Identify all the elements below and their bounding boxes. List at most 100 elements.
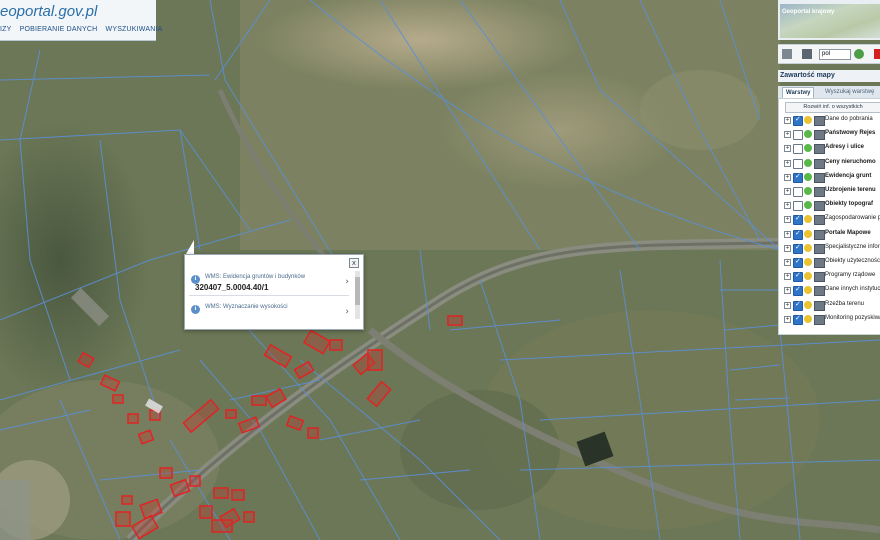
chevron-right-icon[interactable]: ›	[345, 307, 349, 317]
nav-link-analizy[interactable]: IZY	[0, 26, 12, 33]
header-bar: eoportal.gov.pl IZY POBIERANIE DANYCH WY…	[0, 0, 162, 41]
layers-icon[interactable]	[782, 49, 792, 59]
expand-plus-icon[interactable]: +	[784, 188, 791, 195]
layer-type-icon	[814, 158, 825, 169]
layer-label[interactable]: Dane do pobrania	[825, 116, 873, 122]
layer-checkbox[interactable]	[793, 243, 803, 254]
print-icon[interactable]	[802, 49, 812, 59]
layer-checkbox[interactable]	[793, 201, 803, 212]
layer-checkbox[interactable]	[793, 314, 803, 325]
popup-result-parcel[interactable]: i WMS: Ewidencja gruntów i budynków 3204…	[189, 271, 351, 297]
close-icon[interactable]	[874, 49, 880, 59]
layer-label[interactable]: Zagospodarowanie prz	[825, 215, 880, 221]
layer-checkbox[interactable]	[793, 130, 803, 141]
layer-row[interactable]: + Obiekty topograf	[779, 199, 880, 213]
main-nav: IZY POBIERANIE DANYCH WYSZUKIWANIA	[0, 26, 169, 33]
layer-label[interactable]: Adresy i ulice	[825, 144, 864, 150]
result-title: WMS: Ewidencja gruntów i budynków	[205, 274, 306, 280]
layer-checkbox[interactable]	[793, 115, 803, 126]
expand-plus-icon[interactable]: +	[784, 173, 791, 181]
layer-label[interactable]: Dane innych instytucji	[825, 286, 880, 292]
map-contents-panel: Geoportal krajowy pol Zawartość mapy War…	[778, 0, 880, 540]
layer-checkbox[interactable]	[793, 229, 803, 240]
layer-checkbox[interactable]	[793, 285, 803, 297]
layer-status-icon	[804, 272, 812, 281]
layer-label[interactable]: Programy rządowe	[825, 272, 875, 278]
expand-plus-icon[interactable]: +	[784, 117, 791, 124]
nav-link-search[interactable]: WYSZUKIWANIA	[106, 26, 163, 33]
layer-label[interactable]: Uzbrojenie terenu	[825, 187, 876, 193]
layer-checkbox[interactable]	[793, 172, 803, 183]
close-icon[interactable]: x	[349, 258, 359, 268]
layer-row[interactable]: + Programy rządowe	[779, 270, 880, 284]
popup-result-height[interactable]: i WMS: Wyznaczanie wysokości ›	[189, 301, 351, 327]
layer-row[interactable]: + Dane innych instytucji	[779, 284, 880, 298]
layer-checkbox[interactable]	[793, 257, 803, 268]
layer-checkbox[interactable]	[793, 158, 803, 169]
expand-plus-icon[interactable]: +	[784, 159, 791, 167]
layer-label[interactable]: Obiekty topograf	[825, 201, 873, 207]
layer-row[interactable]: + Uzbrojenie terenu	[779, 185, 880, 199]
layer-type-icon	[814, 300, 825, 311]
layer-label[interactable]: Państwowy Rejes	[825, 130, 875, 136]
layer-checkbox[interactable]	[793, 214, 803, 226]
layer-status-icon	[804, 187, 812, 195]
panel-tabs: Warstwy Wyszukaj warstwę	[778, 86, 880, 99]
info-icon: i	[191, 305, 200, 314]
expand-plus-icon[interactable]: +	[784, 287, 791, 295]
panel-toolbar: pol	[778, 44, 880, 64]
layer-row[interactable]: + Obiekty użyteczności p	[779, 256, 880, 270]
layer-checkbox[interactable]	[793, 187, 803, 197]
layer-label[interactable]: Specjalistyczne inform	[825, 244, 880, 250]
layer-type-icon	[814, 286, 825, 297]
layer-tree: Rozwiń inf. o wszystkich + Dane do pobran…	[778, 98, 880, 335]
expand-plus-icon[interactable]: +	[784, 216, 791, 224]
site-logo[interactable]: eoportal.gov.pl	[0, 3, 97, 20]
expand-plus-icon[interactable]: +	[784, 301, 791, 309]
expand-plus-icon[interactable]: +	[784, 145, 791, 153]
settings-icon[interactable]	[854, 49, 864, 59]
expand-plus-icon[interactable]: +	[784, 273, 791, 281]
expand-plus-icon[interactable]: +	[784, 244, 791, 252]
expand-plus-icon[interactable]: +	[784, 230, 791, 238]
language-select[interactable]: pol	[819, 49, 851, 60]
layer-label[interactable]: Rzeźba terenu	[825, 301, 864, 307]
expand-all-button[interactable]: Rozwiń inf. o wszystkich	[785, 102, 880, 113]
expand-plus-icon[interactable]: +	[784, 202, 791, 210]
layer-row[interactable]: + Monitoring pozyskiwan	[779, 313, 880, 327]
layer-label[interactable]: Ceny nieruchomo	[825, 159, 876, 165]
layer-status-icon	[804, 130, 812, 139]
expand-plus-icon[interactable]: +	[784, 259, 791, 266]
layer-checkbox[interactable]	[793, 144, 803, 155]
map-canvas[interactable]	[0, 0, 880, 540]
layer-type-icon	[814, 314, 825, 325]
layer-row[interactable]: + Portale Mapowe	[779, 228, 880, 242]
expand-plus-icon[interactable]: +	[784, 315, 791, 323]
tab-search-layer[interactable]: Wyszukaj warstwę	[822, 87, 877, 98]
layer-type-icon	[814, 144, 825, 155]
layer-status-icon	[804, 286, 812, 295]
nav-link-download[interactable]: POBIERANIE DANYCH	[20, 26, 98, 33]
layer-checkbox[interactable]	[793, 271, 803, 283]
layer-row[interactable]: + Zagospodarowanie prz	[779, 213, 880, 227]
layer-row[interactable]: + Rzeźba terenu	[779, 299, 880, 313]
layer-type-icon	[814, 229, 825, 240]
layer-row[interactable]: + Ewidencja grunt	[779, 171, 880, 185]
layer-label[interactable]: Ewidencja grunt	[825, 173, 871, 179]
layer-row[interactable]: + Ceny nieruchomo	[779, 157, 880, 171]
expand-plus-icon[interactable]: +	[784, 131, 791, 139]
layer-label[interactable]: Obiekty użyteczności p	[825, 258, 880, 264]
layer-row[interactable]: + Adresy i ulice	[779, 142, 880, 156]
layer-label[interactable]: Monitoring pozyskiwan	[825, 315, 880, 321]
layer-type-icon	[814, 272, 825, 283]
layer-status-icon	[804, 158, 812, 167]
layer-row[interactable]: + Dane do pobrania	[779, 114, 880, 128]
layer-checkbox[interactable]	[793, 300, 803, 311]
layer-status-icon	[804, 243, 812, 252]
layer-row[interactable]: + Państwowy Rejes	[779, 128, 880, 142]
chevron-right-icon[interactable]: ›	[345, 277, 349, 287]
layer-row[interactable]: + Specjalistyczne inform	[779, 242, 880, 256]
layer-label[interactable]: Portale Mapowe	[825, 230, 871, 236]
popup-scrollbar[interactable]	[355, 271, 360, 319]
result-title: WMS: Wyznaczanie wysokości	[205, 304, 288, 310]
